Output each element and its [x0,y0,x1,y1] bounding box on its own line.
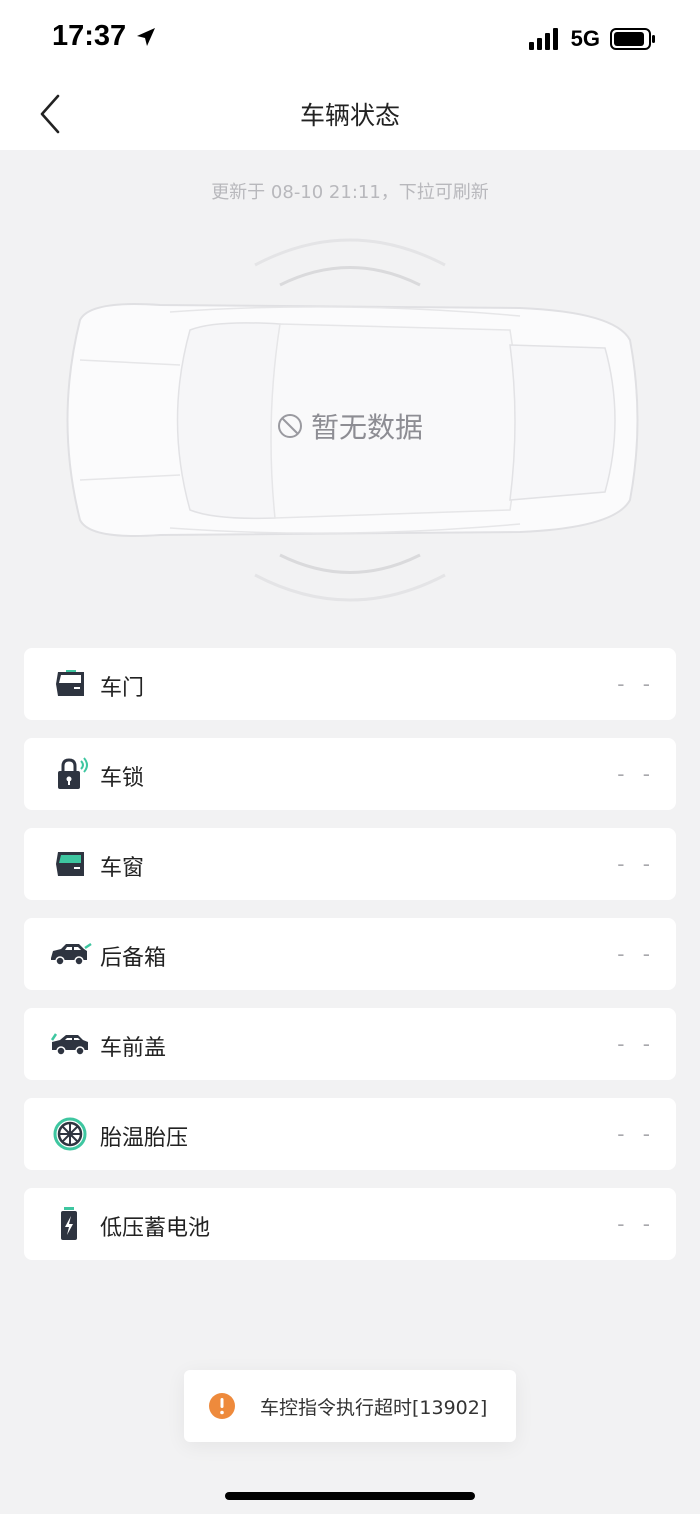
status-item-value: - - [617,762,656,786]
status-item-battery[interactable]: 低压蓄电池 - - [24,1188,676,1260]
signal-bars-icon [528,28,558,50]
no-data-text: 暂无数据 [310,411,423,444]
battery-charge-icon [61,1207,77,1240]
toast-message: 车控指令执行超时[13902] [260,1397,488,1419]
status-item-value: - - [617,672,656,696]
page-title: 车辆状态 [299,101,400,130]
status-item-label: 后备箱 [100,946,167,971]
car-window-icon [56,852,84,876]
status-item-label: 车窗 [100,856,145,881]
status-item-label: 胎温胎压 [100,1126,189,1151]
status-item-label: 车门 [100,676,145,701]
status-item-door[interactable]: 车门 - - [24,648,676,720]
status-right-group: 5G [528,26,656,52]
warning-icon [209,1393,235,1419]
hood-icon [50,1033,88,1056]
no-data-label: 暂无数据 [40,406,660,446]
update-hint: 更新于 08-10 21:11，下拉可刷新 [211,182,489,203]
status-item-value: - - [617,852,656,876]
status-item-trunk[interactable]: 后备箱 - - [24,918,676,990]
status-time-group: 17:37 [52,20,158,53]
status-item-label: 车前盖 [100,1036,167,1061]
status-item-label: 车锁 [100,766,145,791]
trunk-icon [51,942,92,966]
status-time: 17:37 [52,20,127,52]
error-toast: 车控指令执行超时[13902] [184,1370,516,1442]
status-item-label: 低压蓄电池 [100,1216,211,1241]
car-door-icon [56,670,84,696]
status-bar: 17:37 5G [0,0,700,78]
tire-icon [53,1117,87,1151]
home-indicator[interactable] [225,1492,475,1500]
vehicle-status-screen: 17:37 5G 车辆状态 更新于 08-10 21:11，下拉可刷新 暂无数据… [0,0,700,1514]
lock-icon [58,757,88,789]
status-item-tire[interactable]: 胎温胎压 - - [24,1098,676,1170]
status-item-window[interactable]: 车窗 - - [24,828,676,900]
status-item-value: - - [617,942,656,966]
battery-icon [610,28,655,50]
status-item-hood[interactable]: 车前盖 - - [24,1008,676,1080]
status-item-value: - - [617,1032,656,1056]
prohibited-icon [277,414,302,438]
car-illustration: 暂无数据 [40,220,660,630]
navigation-bar: 车辆状态 [0,78,700,150]
status-item-lock[interactable]: 车锁 - - [24,738,676,810]
network-type: 5G [570,26,600,51]
status-list: 车门 - - 车锁 - - 车窗 - - 后备箱 - - 车前盖 - - 胎温胎… [24,648,676,1278]
status-item-value: - - [617,1122,656,1146]
status-item-value: - - [617,1212,656,1236]
location-arrow-icon [137,27,156,46]
